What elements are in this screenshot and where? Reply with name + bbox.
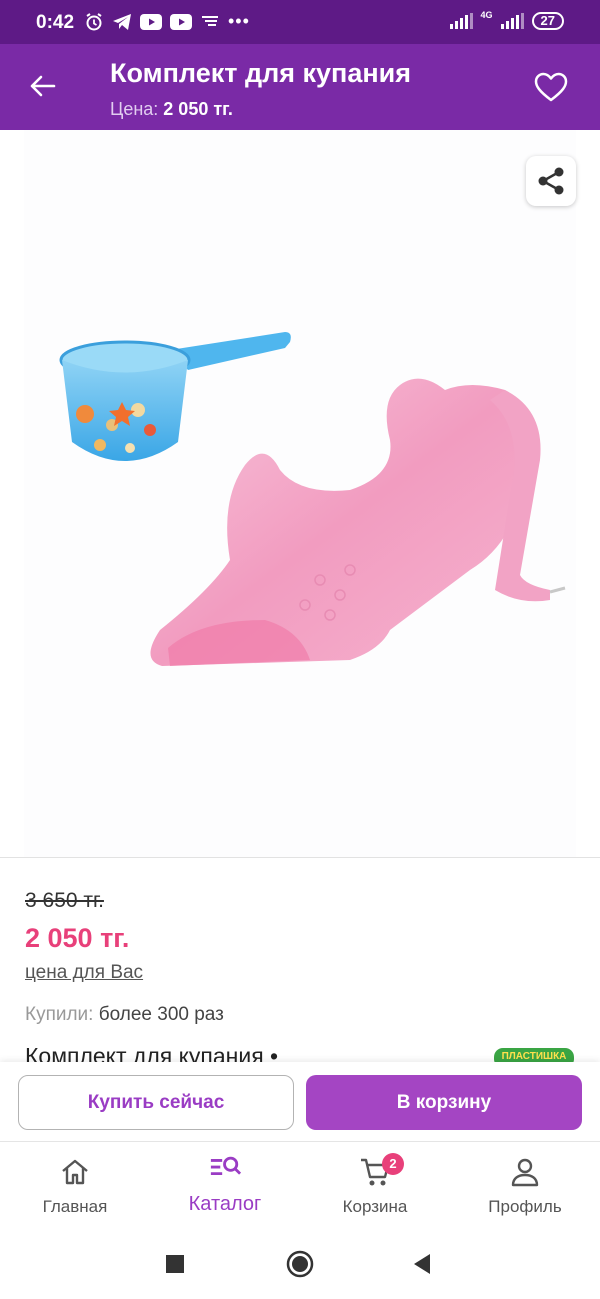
youtube-icon: [170, 13, 192, 30]
old-price: 3 650 тг.: [25, 889, 104, 912]
your-price-link[interactable]: цена для Вас: [25, 962, 143, 984]
square-icon: [166, 1255, 184, 1273]
action-bar: Купить сейчас В корзину: [0, 1062, 600, 1142]
header-price: Цена: 2 050 тг.: [110, 99, 233, 120]
back-system-button[interactable]: [408, 1250, 436, 1278]
system-status: 4G 27: [449, 10, 564, 30]
status-bar: 0:42 ••• 4G 27: [0, 0, 600, 44]
app-header: Комплект для купания Цена: 2 050 тг.: [0, 44, 600, 130]
svg-text:ПЛАСТИШКА: ПЛАСТИШКА: [502, 1051, 567, 1062]
nav-label: Корзина: [342, 1197, 408, 1216]
cart-count-badge: 2: [382, 1153, 404, 1175]
home-icon: [62, 1159, 88, 1185]
header-price-value: 2 050 тг.: [163, 99, 233, 119]
arrow-left-icon: [30, 75, 56, 97]
share-icon: [538, 167, 564, 195]
share-button[interactable]: [526, 156, 576, 206]
telegram-icon: [113, 13, 131, 30]
nav-label: Каталог: [188, 1193, 262, 1215]
heart-icon: [534, 72, 568, 102]
circle-icon: [286, 1250, 314, 1278]
brand-logo[interactable]: ПЛАСТИШКА: [494, 1046, 574, 1062]
profile-icon: [511, 1158, 539, 1187]
back-button[interactable]: [24, 68, 60, 104]
buy-now-button[interactable]: Купить сейчас: [18, 1075, 294, 1130]
nav-label: Главная: [42, 1197, 108, 1216]
triangle-back-icon: [414, 1254, 430, 1274]
header-price-label: Цена:: [110, 99, 159, 119]
recents-button[interactable]: [161, 1250, 189, 1278]
add-to-cart-button[interactable]: В корзину: [306, 1075, 582, 1130]
divider: [0, 857, 600, 858]
more-dots-icon: •••: [228, 11, 250, 31]
catalog-search-icon: [210, 1156, 241, 1176]
network-type: 4G: [480, 10, 493, 20]
app-icon: [202, 15, 218, 26]
ladle-image: [59, 332, 291, 461]
product-title: Комплект для купания •: [25, 1044, 279, 1062]
purchase-count: Купили: более 300 раз: [25, 1004, 224, 1026]
nav-item-cart[interactable]: 2 Корзина: [300, 1142, 450, 1228]
purchase-count-label: Купили:: [25, 1004, 94, 1025]
notification-icons: •••: [84, 11, 250, 32]
nav-label: Профиль: [488, 1197, 562, 1216]
purchase-count-value: более 300 раз: [98, 1004, 224, 1025]
signal-icon: [500, 13, 524, 29]
alarm-icon: [86, 12, 102, 30]
current-price: 2 050 тг.: [25, 923, 130, 953]
youtube-icon: [140, 13, 162, 30]
status-time: 0:42: [36, 12, 75, 33]
system-navigation: [0, 1228, 600, 1299]
nav-item-home[interactable]: Главная: [0, 1142, 150, 1228]
nav-item-catalog[interactable]: Каталог: [150, 1142, 300, 1228]
favorite-button[interactable]: [532, 68, 570, 106]
bath-seat-image: [150, 378, 566, 666]
product-gallery[interactable]: [0, 130, 600, 858]
signal-icon: [449, 13, 473, 29]
page-title: Комплект для купания: [110, 58, 412, 88]
battery-indicator: 27: [531, 12, 564, 30]
product-image: [59, 332, 566, 666]
bottom-navigation: Главная Каталог 2 Корзина Профиль: [0, 1142, 600, 1228]
home-system-button[interactable]: [286, 1250, 314, 1278]
nav-item-profile[interactable]: Профиль: [450, 1142, 600, 1228]
